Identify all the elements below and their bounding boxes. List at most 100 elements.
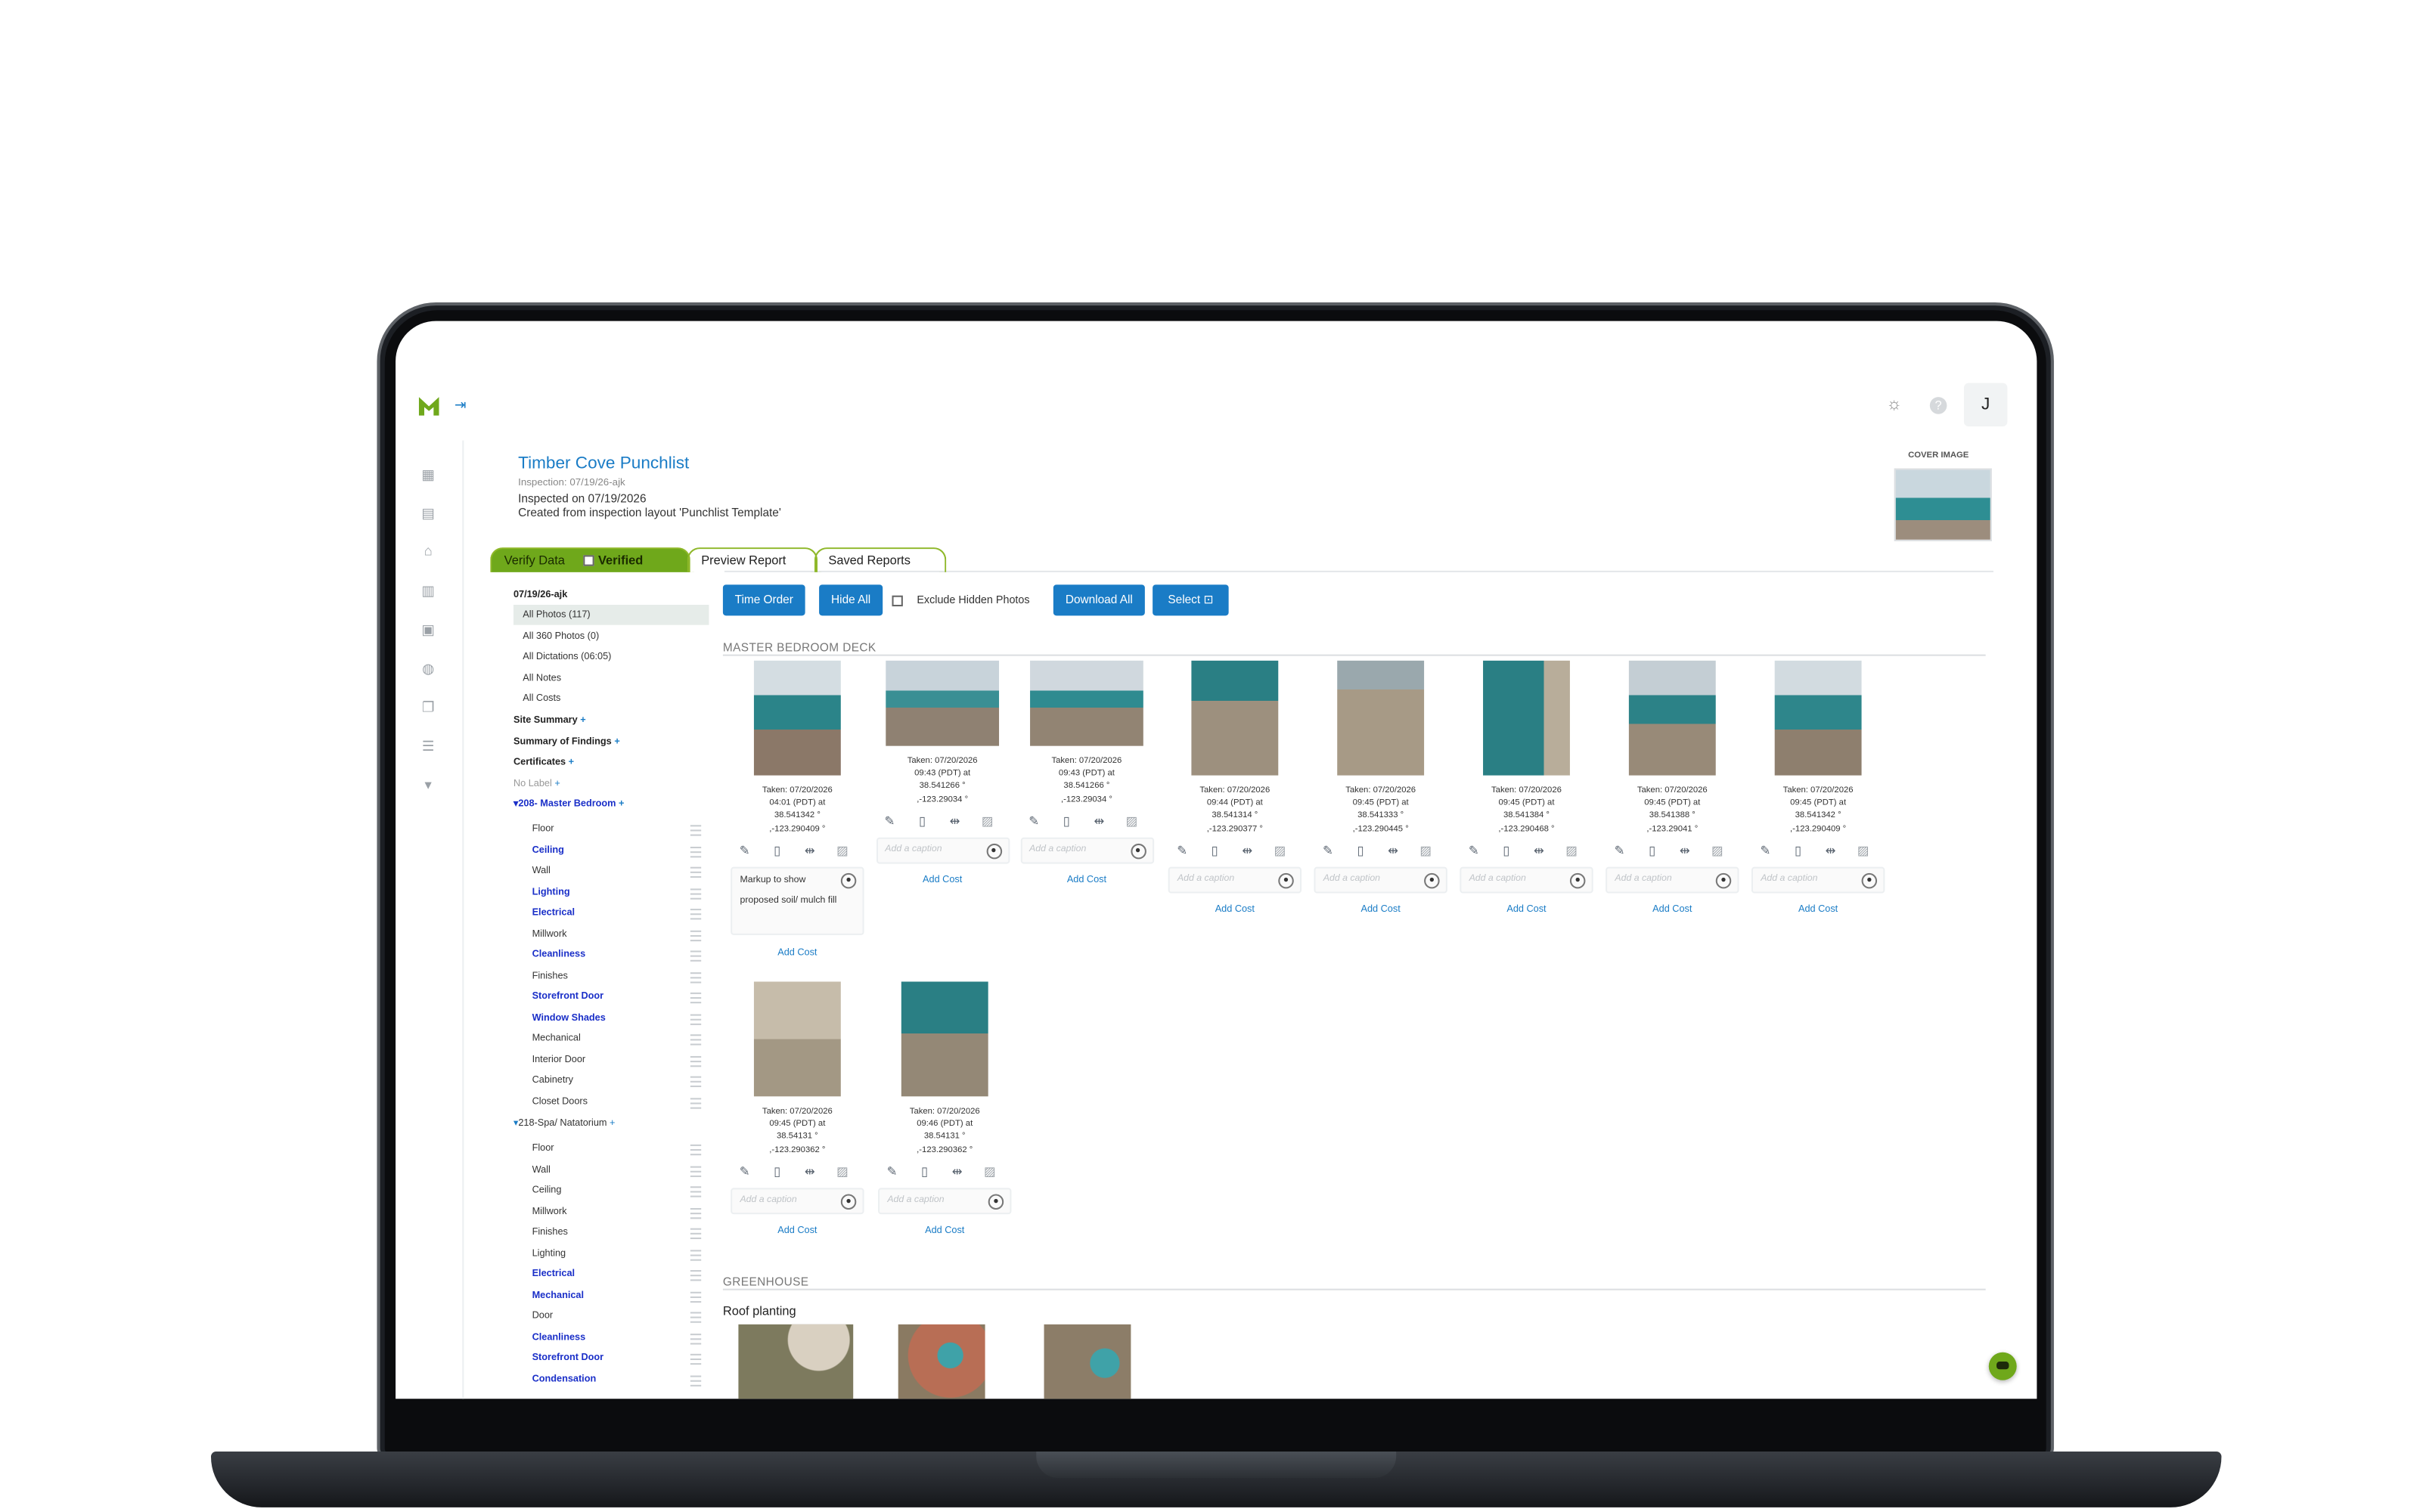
sidebar-all-costs[interactable]: All Costs [523,693,560,704]
caption-input[interactable]: Add a caption ● [1460,866,1593,894]
sidebar-section-master-bedroom[interactable]: ▾208- Master Bedroom + [513,798,624,809]
delete-icon[interactable]: ▨ [1564,844,1580,860]
microphone-icon[interactable]: ● [840,872,857,889]
delete-icon[interactable]: ▨ [982,1165,997,1181]
sidebar-label-item[interactable]: Ceiling [532,844,564,855]
microphone-icon[interactable]: ● [1424,872,1440,889]
document-icon[interactable]: ▯ [1644,844,1660,860]
document-icon[interactable]: ▯ [769,1165,785,1181]
delete-icon[interactable]: ▨ [979,814,995,830]
sidebar-label-item[interactable]: Wall [532,866,551,876]
greenhouse-photo[interactable] [738,1324,854,1399]
drag-handle-icon[interactable] [690,1076,702,1087]
move-icon[interactable]: ⇹ [1385,844,1401,860]
add-summary-findings-icon[interactable]: + [614,736,619,747]
sidebar-all-photos[interactable]: All Photos (117) [523,609,590,620]
sidebar-label-item[interactable]: Lighting [532,1247,566,1258]
move-icon[interactable]: ⇹ [802,844,818,860]
sidebar-label-item[interactable]: Cabinetry [532,1075,573,1086]
greenhouse-photo[interactable] [898,1324,985,1399]
sidebar-label-item[interactable]: Millwork [532,928,567,939]
sidebar-label-item[interactable]: Mechanical [532,1290,584,1300]
sidebar-label-item[interactable]: Door [532,1310,554,1321]
document-icon[interactable]: ▯ [914,814,930,830]
document-icon[interactable]: ▯ [1499,844,1515,860]
inspection-photo[interactable] [886,660,1000,746]
add-cost-link[interactable]: Add Cost [731,1225,864,1236]
inspection-photo[interactable] [1774,660,1862,776]
drag-handle-icon[interactable] [690,950,702,962]
sidebar-label-item[interactable]: Storefront Door [532,991,603,1002]
drag-handle-icon[interactable] [690,866,702,878]
dashboard-icon[interactable]: ▦ [420,466,436,482]
caption-input[interactable]: Add a caption ● [1314,866,1447,894]
sun-icon[interactable]: ☼ [1886,395,1902,414]
delete-icon[interactable]: ▨ [1855,844,1871,860]
add-cost-link[interactable]: Add Cost [1460,904,1593,915]
delete-icon[interactable]: ▨ [1272,844,1288,860]
caption-input[interactable]: Add a caption ● [731,1188,864,1215]
microphone-icon[interactable]: ● [1715,872,1732,889]
inspection-photo[interactable] [901,981,988,1097]
add-cost-link[interactable]: Add Cost [878,1225,1011,1236]
sidebar-label-item[interactable]: Interior Door [532,1054,586,1064]
help-icon[interactable]: ? [1929,397,1947,414]
add-cost-link[interactable]: Add Cost [1168,904,1302,915]
document-icon[interactable]: ▯ [1353,844,1369,860]
move-icon[interactable]: ⇹ [1677,844,1692,860]
sidebar-all-dictations[interactable]: All Dictations (06:05) [523,652,611,662]
download-all-button[interactable]: Download All [1053,584,1145,616]
sidebar-label-item[interactable]: Ceiling [532,1185,562,1195]
edit-icon[interactable]: ✎ [1026,814,1042,830]
drone-icon[interactable]: ◍ [420,661,436,677]
exclude-hidden-checkbox[interactable] [892,595,903,607]
drag-handle-icon[interactable] [690,1013,702,1024]
sidebar-label-item[interactable]: Cleanliness [532,1331,586,1342]
drag-handle-icon[interactable] [690,825,702,836]
sidebar-label-item[interactable]: Condensation [532,1373,597,1383]
drag-handle-icon[interactable] [690,909,702,920]
document-icon[interactable]: ▯ [769,844,785,860]
delete-icon[interactable]: ▨ [1418,844,1434,860]
drag-handle-icon[interactable] [690,1165,702,1176]
tab-verify-data[interactable]: Verify Data Verified [490,547,690,572]
sidebar-all-360[interactable]: All 360 Photos (0) [523,631,599,642]
verified-checkbox[interactable] [584,555,595,566]
sidebar-label-item[interactable]: Wall [532,1164,551,1175]
time-order-button[interactable]: Time Order [722,584,805,616]
caption-input[interactable]: Add a caption ● [875,837,1010,864]
sidebar-site-summary[interactable]: Site Summary + [513,715,586,726]
move-icon[interactable]: ⇹ [949,1165,965,1181]
sidebar-label-item[interactable]: Mechanical [532,1033,581,1043]
edit-icon[interactable]: ✎ [882,814,898,830]
sidebar-label-item[interactable]: Storefront Door [532,1352,603,1363]
add-certificate-icon[interactable]: + [569,757,574,767]
drag-handle-icon[interactable] [690,845,702,857]
document-icon[interactable]: ▯ [1790,844,1806,860]
add-spa-icon[interactable]: + [610,1118,615,1129]
home-icon[interactable]: ⌂ [420,543,436,559]
sidebar-section-spa[interactable]: ▾218-Spa/ Natatorium + [513,1118,615,1129]
sidebar-no-label[interactable]: No Label + [513,779,560,789]
edit-icon[interactable]: ✎ [1174,844,1190,860]
caption-input[interactable]: Add a caption ● [1019,837,1154,864]
edit-icon[interactable]: ✎ [1320,844,1336,860]
sidebar-summary-findings[interactable]: Summary of Findings + [513,736,620,747]
tab-preview-report[interactable]: Preview Report [687,547,818,572]
document-icon[interactable]: ▯ [1059,814,1075,830]
inspection-photo[interactable] [1628,660,1716,776]
sidebar-label-item[interactable]: Finishes [532,1227,568,1238]
edit-icon[interactable]: ✎ [1758,844,1773,860]
drag-handle-icon[interactable] [690,1097,702,1108]
tab-saved-reports[interactable]: Saved Reports [814,547,947,572]
add-cost-link[interactable]: Add Cost [1606,904,1739,915]
drag-handle-icon[interactable] [690,1228,702,1239]
move-icon[interactable]: ⇹ [1091,814,1107,830]
caption-input[interactable]: Markup to show proposed soil/ mulch fill… [731,866,864,935]
move-icon[interactable]: ⇹ [947,814,963,830]
sidebar-certificates[interactable]: Certificates + [513,757,574,767]
edit-icon[interactable]: ✎ [1612,844,1627,860]
sliders-icon[interactable]: ☰ [420,738,436,754]
copy-icon[interactable]: ❐ [420,699,436,715]
sidebar-label-item[interactable]: Electrical [532,907,575,918]
